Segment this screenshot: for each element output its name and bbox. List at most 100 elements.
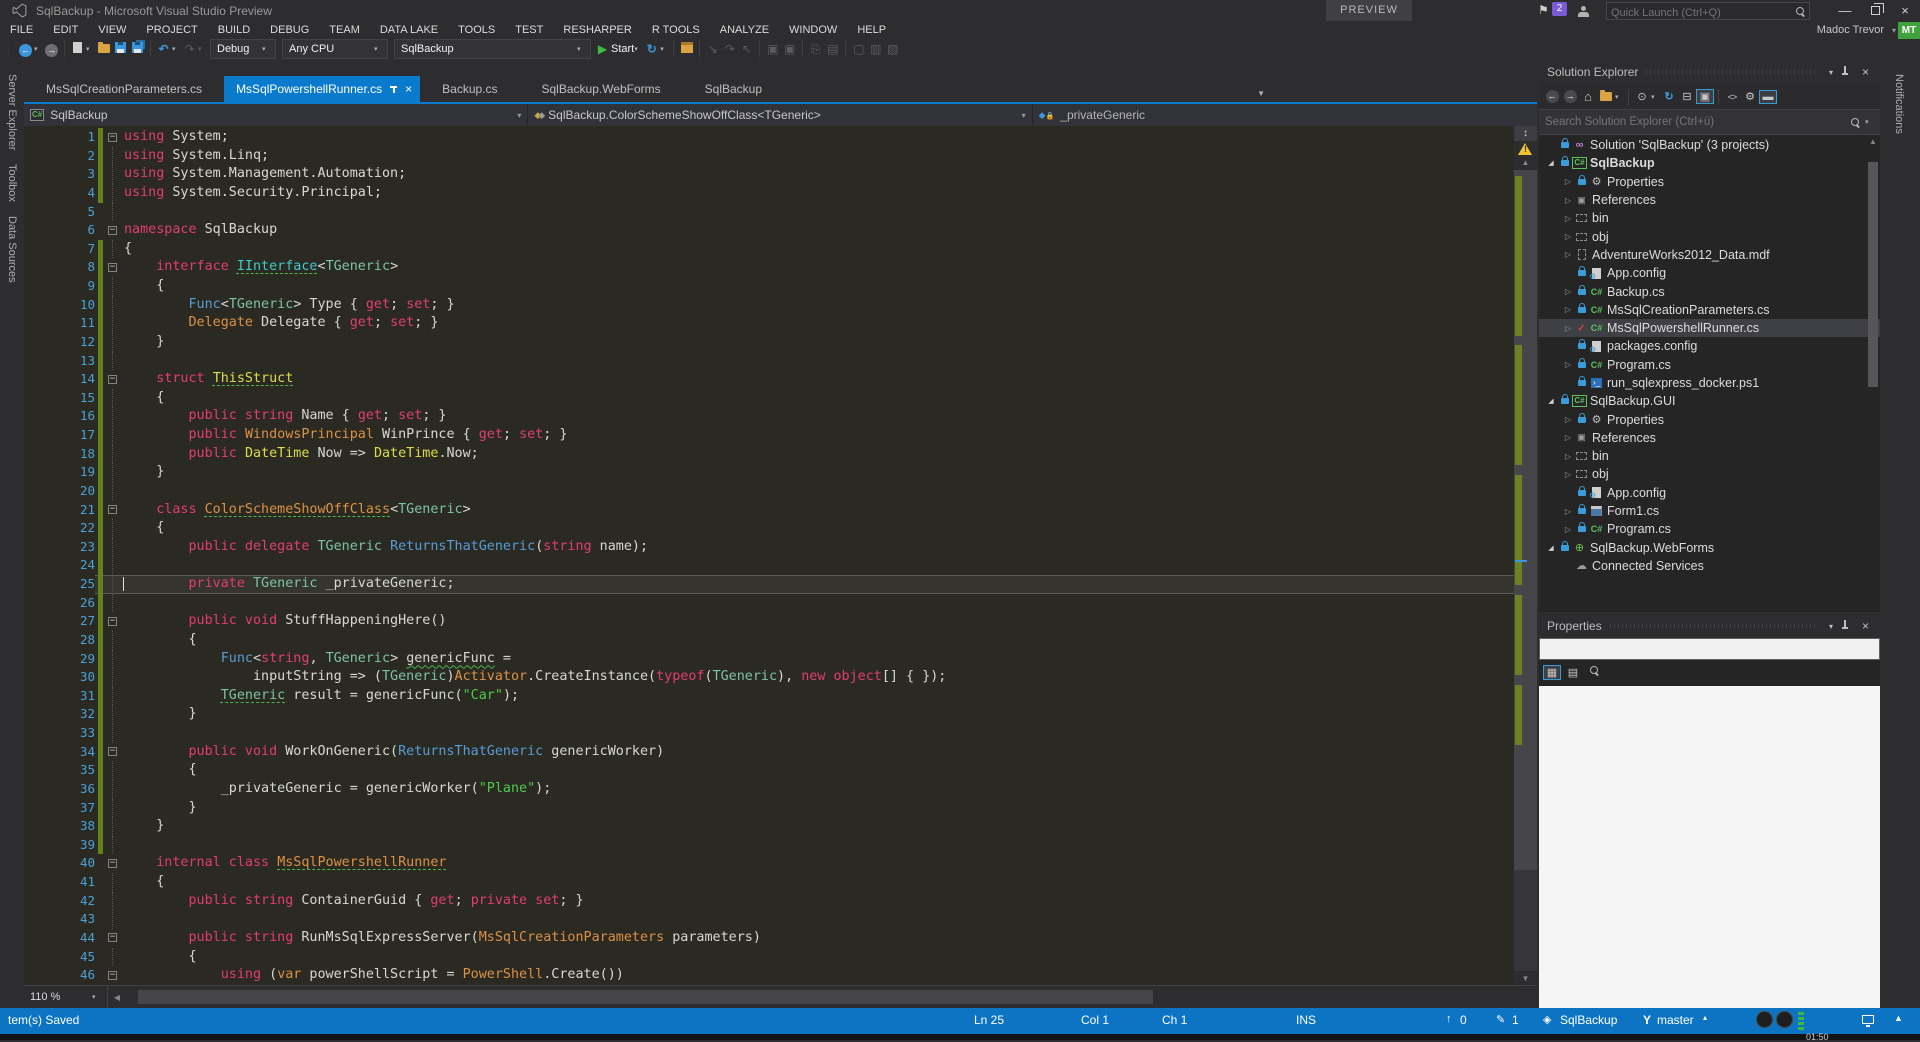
- menu-item-view[interactable]: VIEW: [88, 22, 136, 38]
- screen-share-icon[interactable]: [1862, 1015, 1874, 1024]
- code-line-5[interactable]: 5: [24, 203, 1514, 222]
- collapsed-arrow-icon[interactable]: ▷: [1562, 360, 1574, 369]
- code-line-42[interactable]: 42 public string ContainerGuid { get; pr…: [24, 892, 1514, 911]
- search-icon[interactable]: [1796, 7, 1805, 16]
- collapsed-arrow-icon[interactable]: ▷: [1562, 470, 1574, 479]
- user-name[interactable]: Madoc Trevor: [1817, 22, 1884, 39]
- code-line-28[interactable]: 28 {: [24, 631, 1514, 650]
- fold-collapse-box[interactable]: −: [107, 612, 120, 631]
- chevron-down-icon[interactable]: ▾: [34, 45, 43, 53]
- properties-grid[interactable]: [1539, 686, 1880, 1008]
- minimize-button[interactable]: —: [1830, 0, 1860, 21]
- menu-item-test[interactable]: TEST: [505, 22, 553, 38]
- tree-item-sqlbackup-webforms[interactable]: ◢⊕SqlBackup.WebForms: [1539, 539, 1880, 557]
- microphone-icon[interactable]: [1776, 1011, 1793, 1028]
- code-line-15[interactable]: 15 {: [24, 389, 1514, 408]
- code-line-32[interactable]: 32 }: [24, 705, 1514, 724]
- tree-item-mssqlcreationparameters-cs[interactable]: ▷C#MsSqlCreationParameters.cs: [1539, 301, 1880, 319]
- fold-collapse-box[interactable]: −: [107, 966, 120, 985]
- menu-item-analyze[interactable]: ANALYZE: [710, 22, 779, 38]
- code-line-37[interactable]: 37 }: [24, 799, 1514, 818]
- alphabetical-icon[interactable]: ▤: [1564, 666, 1582, 679]
- tree-item-app-config[interactable]: ⚙App.config: [1539, 264, 1880, 282]
- collapsed-arrow-icon[interactable]: ▷: [1562, 324, 1574, 333]
- collapsed-arrow-icon[interactable]: ▷: [1562, 525, 1574, 534]
- pending-edits-icon[interactable]: ✎: [1496, 1013, 1505, 1026]
- code-line-29[interactable]: 29 Func<string, TGeneric> genericFunc =: [24, 650, 1514, 669]
- code-line-17[interactable]: 17 public WindowsPrincipal WinPrince { g…: [24, 426, 1514, 445]
- tree-item-program-cs[interactable]: ▷C#Program.cs: [1539, 356, 1880, 374]
- window-position-icon[interactable]: ▾: [1824, 622, 1838, 631]
- code-line-14[interactable]: 14− struct ThisStruct: [24, 370, 1514, 389]
- close-button[interactable]: ×: [1890, 0, 1920, 21]
- scroll-left-icon[interactable]: ◀: [108, 993, 126, 1002]
- code-line-13[interactable]: 13: [24, 352, 1514, 371]
- chevron-down-icon[interactable]: ▾: [517, 111, 521, 120]
- tree-item-bin[interactable]: ▷bin: [1539, 447, 1880, 465]
- menu-item-debug[interactable]: DEBUG: [260, 22, 319, 38]
- quick-launch-input[interactable]: [1607, 5, 1785, 21]
- tree-item-references[interactable]: ▷▣References: [1539, 429, 1880, 447]
- fold-collapse-box[interactable]: −: [107, 258, 120, 277]
- tree-item-app-config[interactable]: ⚙App.config: [1539, 484, 1880, 502]
- account-sync-icon[interactable]: [1578, 6, 1589, 17]
- notifications-flag-icon[interactable]: ⚑: [1538, 3, 1549, 17]
- scrollbar-track[interactable]: [126, 986, 1537, 1008]
- home-icon[interactable]: ⌂: [1579, 89, 1597, 104]
- tab-notifications[interactable]: Notifications: [1893, 74, 1905, 134]
- branch-icon[interactable]: Y: [1643, 1013, 1651, 1027]
- menu-item-window[interactable]: WINDOW: [779, 22, 847, 38]
- feedback-icon[interactable]: [1756, 1011, 1773, 1028]
- categorized-icon[interactable]: ▦: [1543, 665, 1561, 680]
- pending-changes-filter-icon[interactable]: ⊙: [1633, 90, 1651, 103]
- code-line-20[interactable]: 20: [24, 482, 1514, 501]
- sync-folder-icon[interactable]: [1597, 90, 1615, 104]
- code-line-21[interactable]: 21− class ColorSchemeShowOffClass<TGener…: [24, 501, 1514, 520]
- code-line-19[interactable]: 19 }: [24, 463, 1514, 482]
- code-lines[interactable]: 1−using System;2using System.Linq;3using…: [24, 126, 1514, 985]
- platform-dropdown[interactable]: Any CPU▾: [282, 39, 388, 59]
- pin-icon[interactable]: [1838, 620, 1857, 632]
- code-line-1[interactable]: 1−using System;: [24, 128, 1514, 147]
- code-line-35[interactable]: 35 {: [24, 761, 1514, 780]
- close-icon[interactable]: ×: [405, 76, 412, 102]
- search-icon[interactable]: [1851, 118, 1860, 127]
- code-line-36[interactable]: 36 _privateGeneric = genericWorker("Plan…: [24, 780, 1514, 799]
- tab-list-dropdown-icon[interactable]: ▼: [1257, 89, 1265, 98]
- breadcrumb-type-dropdown[interactable]: ◆◆ SqlBackup.ColorSchemeShowOffClass<TGe…: [528, 104, 1032, 126]
- code-line-18[interactable]: 18 public DateTime Now => DateTime.Now;: [24, 445, 1514, 464]
- repository-name[interactable]: SqlBackup: [1560, 1013, 1617, 1027]
- property-pages-icon[interactable]: [1585, 666, 1603, 678]
- undo-icon[interactable]: ↶: [155, 42, 172, 56]
- code-line-38[interactable]: 38 }: [24, 817, 1514, 836]
- code-line-3[interactable]: 3using System.Management.Automation;: [24, 165, 1514, 184]
- tree-item-packages-config[interactable]: ⚙packages.config: [1539, 337, 1880, 355]
- start-button[interactable]: Start: [611, 43, 634, 55]
- tree-item-obj[interactable]: ▷obj: [1539, 465, 1880, 483]
- code-line-11[interactable]: 11 Delegate Delegate { get; set; }: [24, 314, 1514, 333]
- expand-icon[interactable]: ▲: [1894, 1013, 1903, 1023]
- menu-item-build[interactable]: BUILD: [208, 22, 260, 38]
- solution-explorer-search[interactable]: ▾: [1539, 110, 1880, 135]
- notifications-count-badge[interactable]: 2: [1552, 2, 1567, 16]
- code-line-27[interactable]: 27− public void StuffHappeningHere(): [24, 612, 1514, 631]
- branch-name[interactable]: master: [1657, 1013, 1694, 1027]
- fold-collapse-box[interactable]: −: [107, 221, 120, 240]
- open-file-icon[interactable]: [95, 42, 112, 56]
- properties-wrench-icon[interactable]: ⚙: [1741, 90, 1759, 103]
- fold-collapse-box[interactable]: −: [107, 370, 120, 389]
- tree-item-sqlbackup-gui[interactable]: ◢C#SqlBackup.GUI: [1539, 392, 1880, 410]
- tab-sqlbackup[interactable]: SqlBackup: [683, 76, 784, 102]
- code-line-22[interactable]: 22 {: [24, 519, 1514, 538]
- collapse-all-icon[interactable]: ⊟: [1678, 90, 1696, 103]
- navigate-back-icon[interactable]: ←: [17, 42, 34, 57]
- tab-sqlbackup-webforms[interactable]: SqlBackup.WebForms: [520, 76, 683, 102]
- chevron-down-icon[interactable]: ▾: [172, 45, 181, 53]
- code-line-40[interactable]: 40− internal class MsSqlPowershellRunner: [24, 854, 1514, 873]
- chevron-down-icon[interactable]: ▾: [1022, 111, 1026, 120]
- tab-server-explorer[interactable]: Server Explorer: [6, 74, 18, 150]
- tree-item-form1-cs[interactable]: ▷Form1.cs: [1539, 502, 1880, 520]
- tab-toolbox[interactable]: Toolbox: [6, 164, 18, 202]
- expanded-arrow-icon[interactable]: ◢: [1545, 159, 1557, 167]
- tree-item-obj[interactable]: ▷obj: [1539, 227, 1880, 245]
